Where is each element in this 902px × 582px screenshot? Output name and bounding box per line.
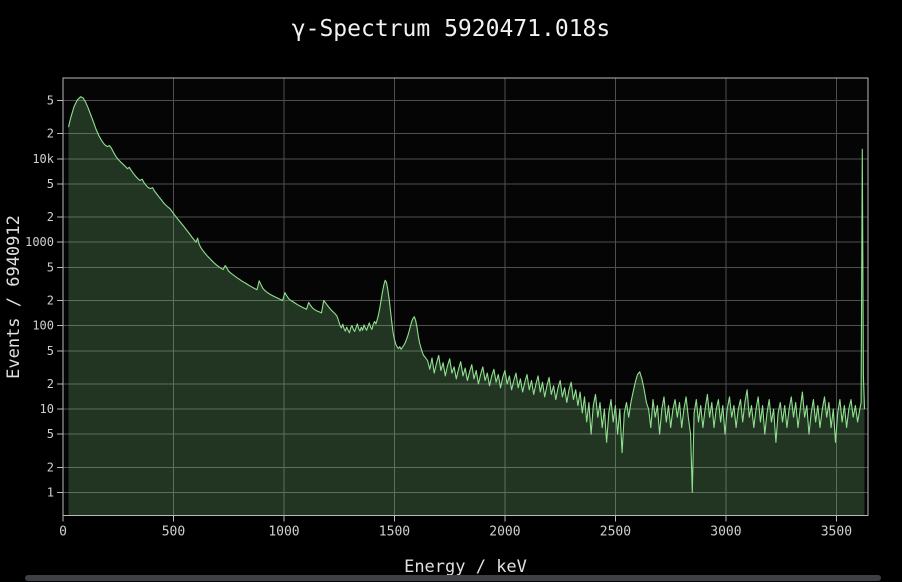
y-tick-label: 5 [47, 93, 54, 107]
y-tick-label: 1 [47, 485, 54, 499]
x-tick-label: 2500 [600, 525, 631, 540]
y-tick-label: 2 [47, 460, 54, 474]
x-tick-label: 0 [59, 525, 67, 540]
y-axis-title: Events / 6940912 [4, 215, 24, 379]
x-tick-label: 3000 [710, 525, 741, 540]
x-tick-label: 1500 [379, 525, 410, 540]
y-tick-label: 10 [40, 402, 54, 416]
y-tick-label: 2 [47, 377, 54, 391]
y-tick-label: 5 [47, 177, 54, 191]
y-tick-label: 2 [47, 127, 54, 141]
y-tick-label: 100 [32, 319, 54, 333]
y-tick-label: 2 [47, 294, 54, 308]
x-tick-label: 1000 [268, 525, 299, 540]
x-tick-label: 3500 [821, 525, 852, 540]
horizontal-scrollbar-thumb[interactable] [25, 575, 881, 581]
y-tick-label: 5 [47, 344, 54, 358]
x-axis-title: Energy / keV [63, 557, 868, 577]
y-tick-label: 1000 [25, 235, 54, 249]
y-tick-label: 5 [47, 260, 54, 274]
x-tick-label: 500 [162, 525, 185, 540]
spectrum-plot[interactable]: 0 500 1000 1500 2000 2500 3000 3500 1 2 5 10 2 5 100 2 5… [0, 0, 902, 582]
x-tick-label: 2000 [489, 525, 520, 540]
y-tick-label: 5 [47, 427, 54, 441]
y-tick-label: 10k [32, 152, 54, 166]
y-tick-label: 2 [47, 210, 54, 224]
